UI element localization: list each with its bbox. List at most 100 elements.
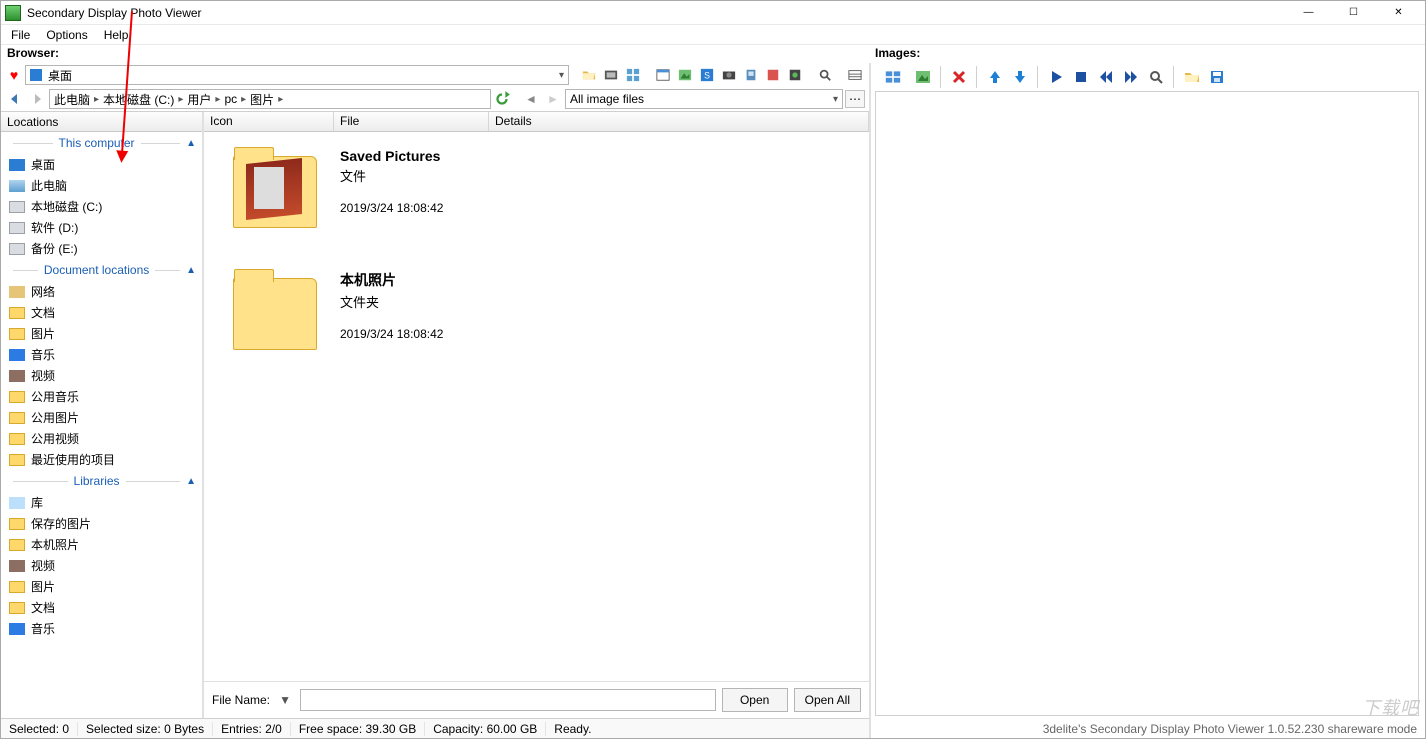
tree-item[interactable]: 图片 — [1, 576, 202, 597]
device-button[interactable] — [741, 65, 761, 85]
camera-button[interactable] — [719, 65, 739, 85]
app-icon — [5, 5, 21, 21]
nav-up-right-button[interactable]: ► — [543, 90, 563, 108]
tree-item[interactable]: 文档 — [1, 597, 202, 618]
photo-button[interactable] — [675, 65, 695, 85]
grid-view-button[interactable] — [877, 66, 909, 88]
breadcrumb-0: 此电脑▸ — [54, 91, 103, 108]
tree-item-label: 备份 (E:) — [31, 240, 78, 257]
group-header[interactable]: Document locations▲ — [1, 259, 202, 281]
filter-label: All image files — [570, 92, 644, 106]
desktop-icon — [9, 159, 25, 171]
col-details[interactable]: Details — [489, 112, 869, 131]
status-ready: Ready. — [546, 722, 869, 736]
folder-icon — [9, 539, 25, 551]
filename-dropdown-button[interactable]: ▼ — [276, 691, 294, 709]
tree-item[interactable]: 桌面 — [1, 154, 202, 175]
minimize-button[interactable]: — — [1286, 2, 1331, 24]
tree-item[interactable]: 库 — [1, 492, 202, 513]
tree-item[interactable]: 音乐 — [1, 618, 202, 639]
rewind-button[interactable] — [1095, 66, 1117, 88]
zoom-button[interactable] — [1145, 66, 1167, 88]
play-button[interactable] — [1045, 66, 1067, 88]
image-view-button[interactable] — [912, 66, 934, 88]
open-folder-button[interactable] — [579, 65, 599, 85]
disk-icon — [9, 222, 25, 234]
file-row[interactable]: 本机照片文件夹2019/3/24 18:08:42 — [204, 262, 869, 384]
breadcrumb-box[interactable]: 此电脑▸ 本地磁盘 (C:)▸ 用户▸ pc▸ 图片▸ — [49, 89, 491, 109]
s-badge-button[interactable]: S — [697, 65, 717, 85]
tree-item[interactable]: 文档 — [1, 302, 202, 323]
breadcrumb-2: 用户▸ — [187, 91, 224, 108]
menu-help[interactable]: Help — [98, 26, 135, 44]
tree-item[interactable]: 网络 — [1, 281, 202, 302]
open-button-img[interactable] — [1181, 66, 1203, 88]
close-button[interactable]: ✕ — [1376, 2, 1421, 24]
arrow-down-button[interactable] — [1009, 66, 1031, 88]
save-button[interactable] — [1206, 66, 1228, 88]
tree-item[interactable]: 此电脑 — [1, 175, 202, 196]
tree-item[interactable]: 软件 (D:) — [1, 217, 202, 238]
tree-item[interactable]: 备份 (E:) — [1, 238, 202, 259]
status-free: Free space: 39.30 GB — [291, 722, 425, 736]
tree-item[interactable]: 最近使用的项目 — [1, 449, 202, 470]
tree-item[interactable]: 音乐 — [1, 344, 202, 365]
row-date: 2019/3/24 18:08:42 — [340, 327, 443, 341]
tree-item-label: 音乐 — [31, 346, 55, 363]
tree-item[interactable]: 图片 — [1, 323, 202, 344]
grid-button[interactable] — [845, 65, 865, 85]
tree-item-label: 视频 — [31, 367, 55, 384]
forward-button[interactable] — [1120, 66, 1142, 88]
filename-input[interactable] — [300, 689, 716, 711]
tree-item[interactable]: 公用视频 — [1, 428, 202, 449]
favorite-icon[interactable]: ♥ — [5, 66, 23, 84]
tree-item[interactable]: 公用音乐 — [1, 386, 202, 407]
stop-button[interactable] — [1070, 66, 1092, 88]
history-back-button[interactable] — [5, 90, 25, 108]
tree-item[interactable]: 本地磁盘 (C:) — [1, 196, 202, 217]
file-filter-select[interactable]: All image files ▾ — [565, 89, 843, 109]
history-fwd-button[interactable] — [27, 90, 47, 108]
menu-options[interactable]: Options — [40, 26, 93, 44]
group-header[interactable]: This computer▲ — [1, 132, 202, 154]
green-dot-button[interactable] — [785, 65, 805, 85]
tree-item-label: 公用音乐 — [31, 388, 79, 405]
location-select[interactable]: 桌面 ▾ — [25, 65, 569, 85]
menu-bar: File Options Help — [1, 25, 1425, 45]
open-button[interactable]: Open — [722, 688, 788, 712]
film-button[interactable] — [601, 65, 621, 85]
music-icon — [9, 349, 25, 361]
chevron-right-icon: ▸ — [278, 94, 283, 105]
locations-header: Locations — [1, 112, 202, 132]
chevron-right-icon: ▸ — [94, 94, 99, 105]
arrow-up-button[interactable] — [984, 66, 1006, 88]
tree-item-label: 文档 — [31, 599, 55, 616]
refresh-button[interactable] — [493, 90, 511, 108]
folder-thumb — [220, 142, 330, 242]
tree-item-label: 软件 (D:) — [31, 219, 78, 236]
tree-item[interactable]: 保存的图片 — [1, 513, 202, 534]
status-selected: Selected: 0 — [1, 722, 78, 736]
filter-ext-button[interactable]: ⋯ — [845, 90, 865, 108]
col-icon[interactable]: Icon — [204, 112, 334, 131]
menu-file[interactable]: File — [5, 26, 36, 44]
image-canvas[interactable] — [875, 91, 1419, 716]
group-header[interactable]: Libraries▲ — [1, 470, 202, 492]
delete-button[interactable] — [948, 66, 970, 88]
tree-item[interactable]: 本机照片 — [1, 534, 202, 555]
red-square-button[interactable] — [763, 65, 783, 85]
nav-up-left-button[interactable]: ◄ — [521, 90, 541, 108]
tree-item-label: 此电脑 — [31, 177, 67, 194]
tree-item[interactable]: 公用图片 — [1, 407, 202, 428]
search-button[interactable] — [815, 65, 835, 85]
file-row[interactable]: Saved Pictures文件2019/3/24 18:08:42 — [204, 140, 869, 262]
col-file[interactable]: File — [334, 112, 489, 131]
thumbnails-button[interactable] — [623, 65, 643, 85]
browser-panel: ♥ 桌面 ▾ S — [1, 63, 871, 738]
file-list[interactable]: Saved Pictures文件2019/3/24 18:08:42本机照片文件… — [204, 132, 869, 681]
maximize-button[interactable]: ☐ — [1331, 2, 1376, 24]
window-button[interactable] — [653, 65, 673, 85]
open-all-button[interactable]: Open All — [794, 688, 861, 712]
tree-item[interactable]: 视频 — [1, 555, 202, 576]
tree-item[interactable]: 视频 — [1, 365, 202, 386]
